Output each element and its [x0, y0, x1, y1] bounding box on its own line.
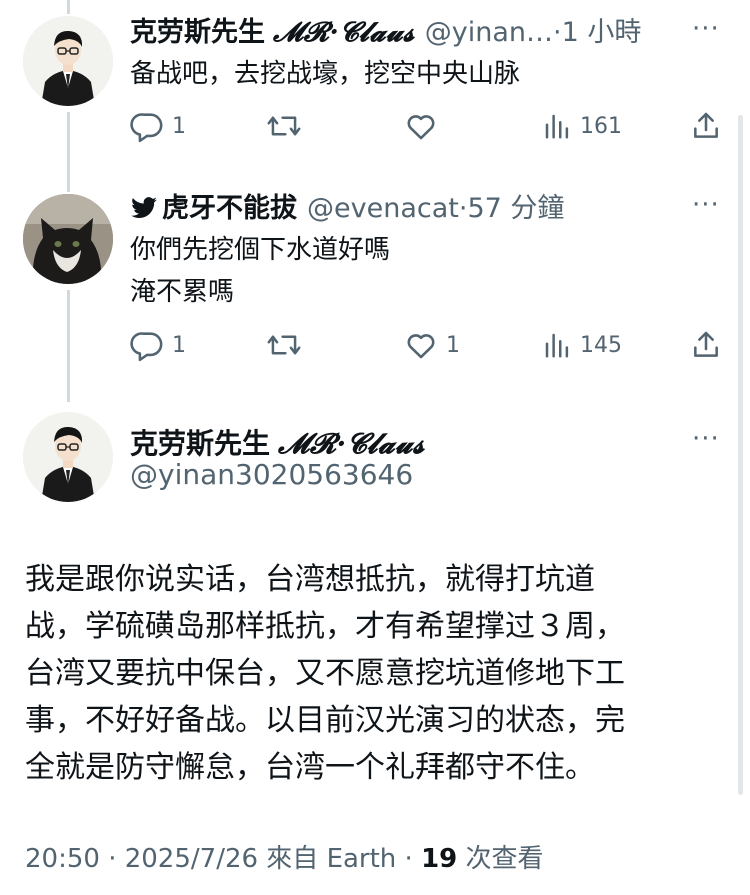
views-count: 161	[580, 113, 622, 139]
like-button[interactable]	[404, 106, 446, 146]
tweet-body: 我是跟你说实话，台湾想抵抗，就得打坑道 战，学硫磺岛那样抵抗，才有希望撑过３周，…	[25, 556, 725, 791]
tweet-header: 克劳斯先生 𝓜𝓡·𝓒𝓵𝓪𝓾𝓼 @yinan… · 1 小時	[130, 16, 641, 50]
views-button[interactable]: 145	[542, 325, 622, 365]
user-handle[interactable]: @evenacat	[307, 192, 459, 226]
display-name-stylized[interactable]: 𝓜𝓡·𝓒𝓵𝓪𝓾𝓼	[273, 16, 415, 50]
scrollbar[interactable]	[738, 115, 743, 795]
tweet-body-line: 台湾又要抗中保台，又不愿意挖坑道修地下工	[25, 656, 625, 691]
action-bar: 1 161	[130, 106, 730, 146]
views-button[interactable]: 161	[542, 106, 622, 146]
tweet-header: 虎牙不能拔 @evenacat · 57 分鐘	[130, 192, 564, 226]
display-name[interactable]: 克劳斯先生 𝓜𝓡·𝓒𝓵𝓪𝓾𝓼	[130, 422, 425, 462]
avatar[interactable]	[23, 194, 113, 284]
user-handle[interactable]: @yinan3020563646	[130, 458, 413, 491]
tweet-text-line-2: 淹不累嗎	[130, 277, 235, 307]
tweet-body-line: 全就是防守懈怠，台湾一个礼拜都守不住。	[25, 750, 595, 785]
retweet-icon	[267, 116, 301, 136]
reply-icon	[130, 113, 163, 143]
timestamp[interactable]: 57 分鐘	[467, 192, 564, 226]
avatar[interactable]	[23, 412, 113, 502]
display-name-text: 克劳斯先生	[130, 427, 271, 460]
avatar[interactable]	[23, 16, 113, 106]
tweet-text: 备战吧，去挖战壕，挖空中央山脉	[130, 59, 521, 89]
analytics-icon	[545, 333, 569, 358]
share-button[interactable]	[690, 325, 722, 365]
share-icon	[694, 331, 718, 357]
heart-icon	[407, 115, 435, 140]
retweet-icon	[267, 335, 301, 355]
more-options-icon[interactable]: ···	[692, 14, 720, 44]
reply-count: 1	[172, 332, 186, 358]
tweet-timestamp[interactable]: 20:50 · 2025/7/26 來自 Earth ·	[25, 844, 421, 874]
views-count: 145	[580, 332, 622, 358]
thread-line-top	[67, 0, 70, 14]
timestamp[interactable]: 1 小時	[562, 16, 642, 50]
separator-dot: ·	[458, 193, 468, 224]
share-button[interactable]	[690, 106, 722, 146]
views-label: 次查看	[457, 844, 544, 874]
like-button[interactable]: 1	[404, 325, 460, 365]
analytics-icon	[545, 114, 569, 139]
heart-icon	[407, 334, 435, 359]
reply-icon	[130, 332, 163, 362]
tweet-text-line-1: 你們先挖個下水道好嗎	[130, 235, 391, 265]
retweet-button[interactable]	[266, 106, 310, 146]
user-handle[interactable]: @yinan…	[425, 16, 553, 50]
more-options-icon[interactable]: ···	[692, 190, 720, 220]
views-count: 19	[421, 844, 458, 874]
thread-line-2	[67, 290, 70, 402]
display-name-stylized: 𝓜𝓡·𝓒𝓵𝓪𝓾𝓼	[278, 427, 425, 460]
separator-dot: ·	[553, 17, 562, 48]
thread-line-1	[67, 112, 70, 192]
more-options-icon[interactable]: ···	[692, 424, 720, 454]
like-count: 1	[446, 332, 460, 358]
reply-count: 1	[172, 113, 186, 139]
tweet-body-line: 战，学硫磺岛那样抵抗，才有希望撑过３周，	[25, 609, 625, 644]
share-icon	[694, 112, 718, 138]
retweet-button[interactable]	[266, 325, 310, 365]
action-bar: 1 1 145	[130, 325, 730, 365]
tweet-meta: 20:50 · 2025/7/26 來自 Earth · 19 次查看	[25, 838, 544, 875]
reply-button[interactable]: 1	[130, 325, 186, 365]
tweet-body-line: 事，不好好备战。以目前汉光演习的状态，完	[25, 703, 625, 738]
reply-button[interactable]: 1	[130, 106, 186, 146]
display-name[interactable]: 虎牙不能拔	[162, 192, 297, 226]
display-name[interactable]: 克劳斯先生	[130, 16, 265, 50]
tweet-body-line: 我是跟你说实话，台湾想抵抗，就得打坑道	[25, 562, 595, 597]
bird-icon	[131, 197, 157, 218]
